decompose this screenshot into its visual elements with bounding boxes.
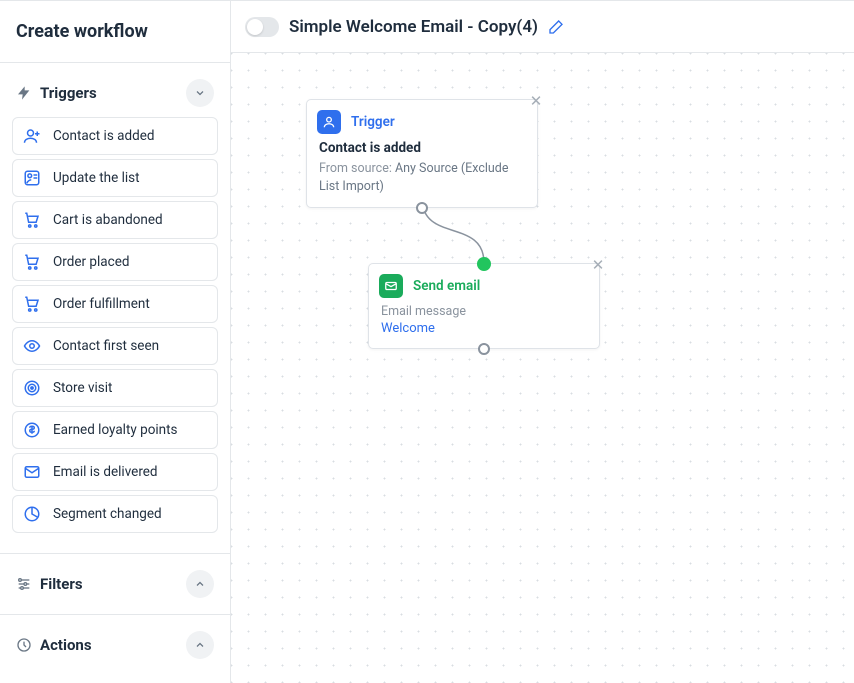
output-port[interactable] — [478, 343, 490, 355]
node-header: Trigger — [307, 100, 537, 134]
cart-icon — [23, 211, 41, 229]
trigger-store-visit[interactable]: Store visit — [12, 369, 218, 407]
filter-icon — [16, 576, 32, 592]
close-icon[interactable]: ✕ — [589, 256, 607, 274]
node-type-label: Trigger — [351, 114, 395, 130]
source-prefix: From source: — [319, 161, 392, 176]
trigger-label: Contact first seen — [53, 338, 159, 354]
node-title: Contact is added — [319, 140, 525, 156]
triggers-list: Contact is added Update the list Cart is… — [0, 117, 230, 553]
sidebar: Create workflow Triggers Contact is adde… — [0, 0, 231, 683]
node-trigger[interactable]: ✕ Trigger Contact is added From source: … — [306, 99, 538, 208]
trigger-cart-abandoned[interactable]: Cart is abandoned — [12, 201, 218, 239]
trigger-label: Order placed — [53, 254, 129, 270]
trigger-label: Segment changed — [53, 506, 162, 522]
sidebar-header: Create workflow — [0, 1, 230, 63]
pie-icon — [23, 505, 41, 523]
section-actions-header[interactable]: Actions — [0, 615, 230, 675]
trigger-label: Store visit — [53, 380, 112, 396]
workflow-canvas[interactable]: ✕ Trigger Contact is added From source: … — [231, 53, 854, 683]
message-name-link[interactable]: Welcome — [381, 321, 587, 336]
trigger-order-placed[interactable]: Order placed — [12, 243, 218, 281]
action-icon — [16, 637, 32, 653]
workflow-title: Simple Welcome Email - Copy(4) — [289, 17, 538, 37]
message-label: Email message — [381, 304, 587, 319]
chevron-up-icon[interactable] — [186, 570, 214, 598]
trigger-segment-changed[interactable]: Segment changed — [12, 495, 218, 533]
mail-icon — [23, 463, 41, 481]
cart-check-icon — [23, 253, 41, 271]
eye-icon — [23, 337, 41, 355]
node-subtitle: From source: Any Source (Exclude List Im… — [319, 160, 525, 195]
section-triggers-header[interactable]: Triggers — [0, 63, 230, 117]
section-filters-header[interactable]: Filters — [0, 554, 230, 614]
edit-title-icon[interactable] — [548, 19, 564, 35]
node-send-email[interactable]: ✕ Send email Email message Welcome — [368, 263, 600, 349]
trigger-label: Earned loyalty points — [53, 422, 178, 438]
node-body: Email message Welcome — [369, 298, 599, 348]
bolt-icon — [16, 85, 32, 101]
trigger-label: Update the list — [53, 170, 140, 186]
trigger-loyalty-points[interactable]: Earned loyalty points — [12, 411, 218, 449]
trigger-update-list[interactable]: Update the list — [12, 159, 218, 197]
workflow-active-toggle[interactable] — [245, 17, 279, 37]
sidebar-title: Create workflow — [16, 21, 214, 42]
section-triggers: Triggers Contact is added Update the lis… — [0, 63, 230, 554]
trigger-label: Email is delivered — [53, 464, 158, 480]
trigger-label: Contact is added — [53, 128, 154, 144]
section-actions-title: Actions — [40, 636, 186, 654]
close-icon[interactable]: ✕ — [527, 92, 545, 110]
trigger-contact-added[interactable]: Contact is added — [12, 117, 218, 155]
target-icon — [23, 379, 41, 397]
trigger-label: Order fulfillment — [53, 296, 150, 312]
output-port[interactable] — [416, 202, 428, 214]
section-filters: Filters — [0, 554, 230, 615]
cart-star-icon — [23, 295, 41, 313]
chevron-down-icon[interactable] — [186, 79, 214, 107]
user-icon — [317, 110, 341, 134]
user-add-icon — [23, 127, 41, 145]
main-area: Simple Welcome Email - Copy(4) ✕ Trigger… — [231, 0, 854, 683]
node-type-label: Send email — [413, 278, 480, 294]
topbar: Simple Welcome Email - Copy(4) — [231, 0, 854, 53]
list-update-icon — [23, 169, 41, 187]
mail-send-icon — [379, 274, 403, 298]
trigger-label: Cart is abandoned — [53, 212, 163, 228]
trigger-order-fulfillment[interactable]: Order fulfillment — [12, 285, 218, 323]
section-triggers-title: Triggers — [40, 84, 186, 102]
chevron-up-icon[interactable] — [186, 631, 214, 659]
trigger-email-delivered[interactable]: Email is delivered — [12, 453, 218, 491]
input-port[interactable] — [477, 257, 491, 271]
coin-icon — [23, 421, 41, 439]
trigger-contact-first-seen[interactable]: Contact first seen — [12, 327, 218, 365]
node-body: Contact is added From source: Any Source… — [307, 134, 537, 207]
section-filters-title: Filters — [40, 575, 186, 593]
section-actions: Actions — [0, 615, 230, 675]
